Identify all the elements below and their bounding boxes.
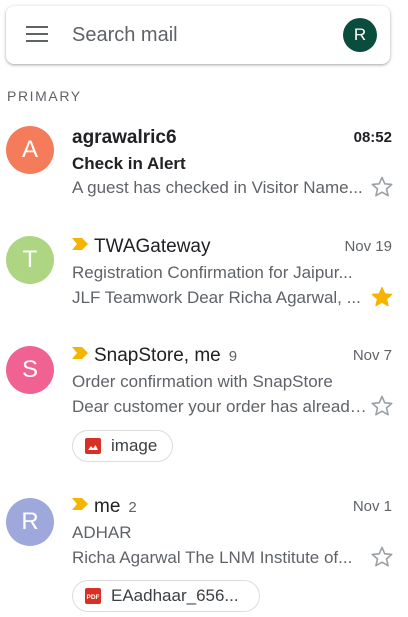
sender-name: SnapStore, me 9 [72,344,237,369]
mail-subject: Check in Alert [72,154,186,173]
mail-subject: ADHAR [72,523,132,542]
sender-avatar[interactable]: R [6,498,54,546]
sender-name: TWAGateway [72,235,211,259]
mail-row[interactable]: S SnapStore, me 9 Nov 7 Order confirmatio… [0,338,408,472]
mail-row[interactable]: A agrawalric6 08:52 Check in Alert A gue… [0,120,408,216]
mail-snippet: Richa Agarwal The LNM Institute of... [72,548,353,567]
sender-label: TWAGateway [94,236,211,257]
mail-snippet: Dear customer your order has already... [72,397,368,416]
mail-date: Nov 1 [352,498,392,515]
thread-count: 2 [128,499,137,516]
inbox-screen: Search mail R PRIMARY A agrawalric6 08:5… [0,0,408,617]
sender-avatar[interactable]: S [6,346,54,394]
pdf-icon: PDF [85,588,101,604]
important-marker-icon[interactable] [72,347,88,359]
section-label: PRIMARY [7,88,82,104]
sender-name: me 2 [72,495,137,520]
sender-avatar[interactable]: T [6,236,54,284]
sender-name: agrawalric6 [72,126,177,150]
thread-count: 9 [228,348,238,365]
mail-subject: Order confirmation with SnapStore [72,372,333,391]
important-marker-icon[interactable] [72,238,88,250]
mail-date: Nov 7 [352,347,392,364]
mail-row[interactable]: T TWAGateway Nov 19 Registration Confirm… [0,228,408,324]
mail-snippet: A guest has checked in Visitor Name... [72,178,363,197]
attachment-label: EAadhaar_656... [111,586,239,605]
search-input[interactable]: Search mail [72,23,178,47]
star-icon[interactable] [370,545,394,569]
attachment-chip[interactable]: image [72,430,173,462]
search-bar[interactable]: Search mail R [6,6,390,64]
mail-subject: Registration Confirmation for Jaipur... [72,263,353,282]
mail-date: Nov 19 [344,238,392,255]
mail-date: 08:52 [353,129,392,146]
star-icon[interactable] [370,175,394,199]
attachment-label: image [111,436,158,455]
attachment-chip[interactable]: PDF EAadhaar_656... [72,580,260,612]
sender-label: SnapStore, me [94,345,221,366]
star-icon[interactable] [370,285,394,309]
sender-label: agrawalric6 [72,127,177,148]
important-marker-icon[interactable] [72,498,88,510]
mail-snippet: JLF Teamwork Dear Richa Agarwal, ... [72,288,361,307]
image-icon [85,438,101,454]
mail-row[interactable]: R me 2 Nov 1 ADHAR Richa Agarwal The LNM … [0,490,408,614]
sender-avatar[interactable]: A [6,126,54,174]
menu-icon[interactable] [26,26,48,42]
account-avatar[interactable]: R [343,18,377,52]
svg-text:PDF: PDF [87,594,100,601]
sender-label: me [94,496,121,517]
star-icon[interactable] [370,394,394,418]
